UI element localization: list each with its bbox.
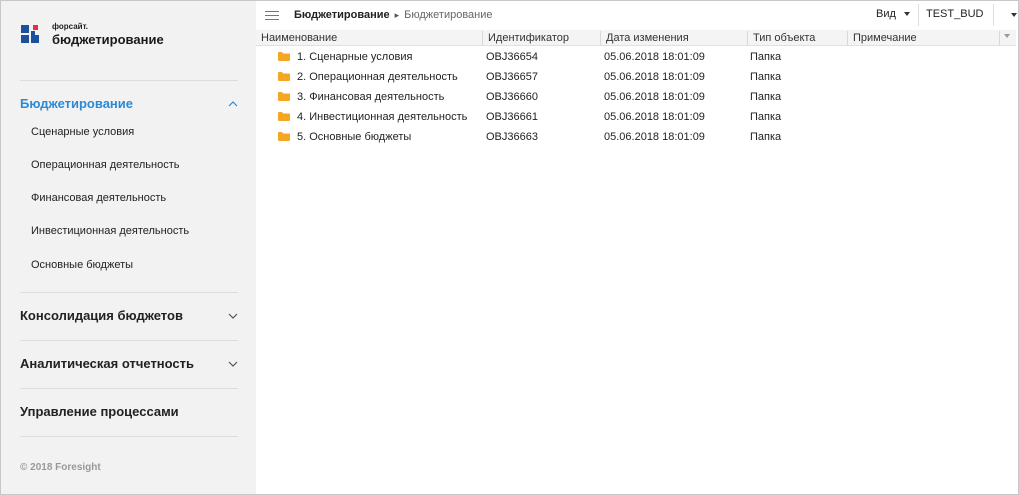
toolbar-separator — [993, 4, 994, 26]
caret-down-icon — [1004, 34, 1010, 38]
sidebar: форсайт. бюджетирование Бюджетирование С… — [1, 1, 256, 494]
folder-icon — [278, 132, 290, 141]
cell-date: 05.06.2018 18:01:09 — [604, 51, 705, 63]
cell-name: 5. Основные бюджеты — [297, 131, 412, 143]
column-header-id[interactable]: Идентификатор — [483, 32, 569, 45]
cell-id: OBJ36663 — [486, 131, 538, 143]
sidebar-section-label: Аналитическая отчетность — [20, 356, 195, 371]
cell-name: 3. Финансовая деятельность — [297, 91, 445, 103]
folder-icon — [278, 112, 290, 121]
cell-date: 05.06.2018 18:01:09 — [604, 91, 705, 103]
sidebar-item-main-budgets[interactable]: Основные бюджеты — [31, 259, 133, 271]
cell-id: OBJ36660 — [486, 91, 538, 103]
cell-type: Папка — [750, 91, 782, 103]
folder-icon — [278, 92, 290, 101]
caret-down-icon — [903, 12, 910, 16]
column-header-type[interactable]: Тип объекта — [748, 32, 815, 45]
view-dropdown-button[interactable]: Вид — [876, 8, 910, 20]
table-row[interactable]: 5. Основные бюджеты OBJ36663 05.06.2018 … — [256, 127, 1016, 147]
sidebar-divider — [20, 340, 238, 341]
sidebar-divider — [20, 388, 238, 389]
sidebar-section-budget-consolidation[interactable]: Консолидация бюджетов — [20, 308, 238, 323]
table-row[interactable]: 2. Операционная деятельность OBJ36657 05… — [256, 67, 1016, 87]
breadcrumb-root[interactable]: Бюджетирование — [294, 9, 390, 21]
user-name[interactable]: TEST_BUD — [926, 8, 983, 20]
sidebar-section-budgeting[interactable]: Бюджетирование — [20, 96, 238, 111]
column-menu-button[interactable] — [999, 31, 1016, 45]
sidebar-item-investment-activity[interactable]: Инвестиционная деятельность — [31, 225, 189, 237]
logo[interactable]: форсайт. бюджетирование — [21, 23, 164, 46]
cell-name: 2. Операционная деятельность — [297, 71, 458, 83]
toolbar-separator — [918, 4, 919, 26]
top-bar: Бюджетирование ▸ Бюджетирование Вид TEST… — [256, 1, 1018, 30]
sidebar-section-label: Консолидация бюджетов — [20, 308, 183, 323]
chevron-down-icon — [228, 359, 238, 369]
sidebar-item-scenario-conditions[interactable]: Сценарные условия — [31, 126, 134, 138]
folder-icon — [278, 52, 290, 61]
sidebar-section-label: Управление процессами — [20, 404, 179, 419]
main-panel: Бюджетирование ▸ Бюджетирование Вид TEST… — [256, 1, 1018, 494]
cell-date: 05.06.2018 18:01:09 — [604, 111, 705, 123]
sidebar-item-operational-activity[interactable]: Операционная деятельность — [31, 159, 179, 171]
foresight-logo-icon — [21, 24, 41, 45]
table-row[interactable]: 3. Финансовая деятельность OBJ36660 05.0… — [256, 87, 1016, 107]
cell-id: OBJ36661 — [486, 111, 538, 123]
column-header-date[interactable]: Дата изменения — [601, 32, 689, 45]
cell-date: 05.06.2018 18:01:09 — [604, 71, 705, 83]
logo-product-name: бюджетирование — [52, 32, 164, 47]
logo-text: форсайт. бюджетирование — [52, 22, 164, 47]
cell-id: OBJ36657 — [486, 71, 538, 83]
chevron-down-icon — [228, 311, 238, 321]
cell-id: OBJ36654 — [486, 51, 538, 63]
table-row[interactable]: 1. Сценарные условия OBJ36654 05.06.2018… — [256, 47, 1016, 67]
cell-name: 4. Инвестиционная деятельность — [297, 111, 468, 123]
table-row[interactable]: 4. Инвестиционная деятельность OBJ36661 … — [256, 107, 1016, 127]
cell-name: 1. Сценарные условия — [297, 51, 413, 63]
breadcrumb-separator-icon: ▸ — [394, 9, 400, 20]
cell-date: 05.06.2018 18:01:09 — [604, 131, 705, 143]
sidebar-section-label: Бюджетирование — [20, 96, 133, 111]
table-header: Наименование Идентификатор Дата изменени… — [256, 30, 1016, 46]
breadcrumb-current: Бюджетирование — [404, 9, 493, 21]
user-menu-caret-icon[interactable] — [1011, 13, 1017, 17]
cell-type: Папка — [750, 71, 782, 83]
chevron-up-icon — [228, 99, 238, 109]
logo-small-text: форсайт. — [52, 22, 89, 31]
copyright: © 2018 Foresight — [20, 462, 101, 473]
sidebar-divider — [20, 80, 238, 81]
sidebar-section-analytical-reporting[interactable]: Аналитическая отчетность — [20, 356, 238, 371]
sidebar-divider — [20, 436, 238, 437]
breadcrumb: Бюджетирование ▸ Бюджетирование — [294, 9, 493, 21]
cell-type: Папка — [750, 51, 782, 63]
view-label: Вид — [876, 8, 896, 20]
column-header-note[interactable]: Примечание — [848, 32, 917, 45]
cell-type: Папка — [750, 111, 782, 123]
sidebar-section-process-management[interactable]: Управление процессами — [20, 404, 238, 419]
sidebar-item-financial-activity[interactable]: Финансовая деятельность — [31, 192, 166, 204]
folder-icon — [278, 72, 290, 81]
cell-type: Папка — [750, 131, 782, 143]
hamburger-menu-icon[interactable] — [265, 11, 279, 21]
sidebar-divider — [20, 292, 238, 293]
column-header-name[interactable]: Наименование — [256, 32, 337, 45]
